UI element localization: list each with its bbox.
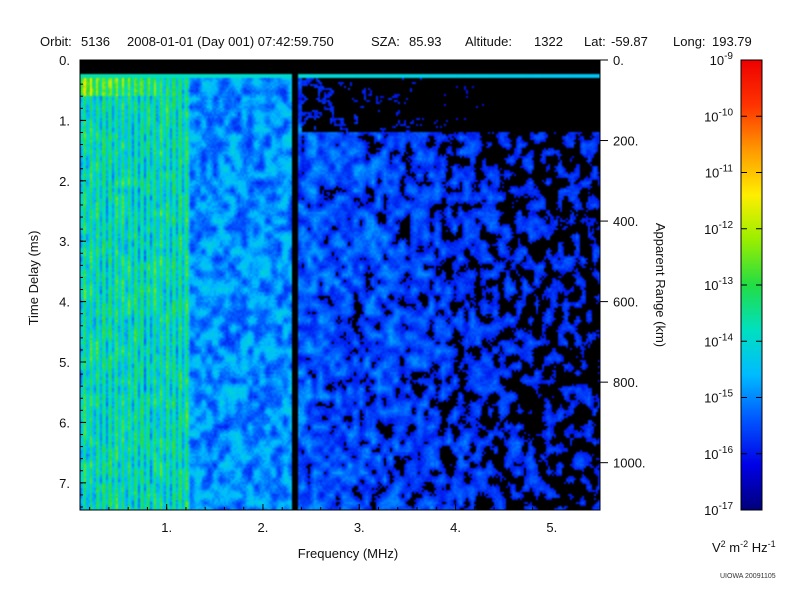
unit-hz-exp: -1 bbox=[768, 539, 776, 549]
lat-value: -59.87 bbox=[611, 34, 648, 49]
altitude-label: Altitude: bbox=[465, 34, 512, 49]
y-tick-label: 0. bbox=[59, 53, 70, 68]
lat-label: Lat: bbox=[584, 34, 606, 49]
x-tick-label: 3. bbox=[354, 520, 365, 535]
y-tick-label: 2. bbox=[59, 174, 70, 189]
colorbar-tick-label: 10-11 bbox=[705, 164, 734, 181]
credit-label: UIOWA 20091105 bbox=[720, 573, 776, 580]
y2-tick-label: 1000. bbox=[613, 456, 646, 471]
x-axis-label: Frequency (MHz) bbox=[298, 546, 398, 561]
orbit-label: Orbit: bbox=[40, 34, 72, 49]
heatmap-area bbox=[80, 60, 600, 510]
y2-tick-label: 800. bbox=[613, 375, 638, 390]
y-tick-label: 3. bbox=[59, 234, 70, 249]
colorbar-tick-label: 10-16 bbox=[704, 445, 733, 462]
altitude-value: 1322 bbox=[534, 34, 563, 49]
x-tick-label: 2. bbox=[258, 520, 269, 535]
y2-tick-label: 400. bbox=[613, 214, 638, 229]
y-tick-label: 6. bbox=[59, 415, 70, 430]
x-tick-label: 5. bbox=[546, 520, 557, 535]
y2-tick-label: 200. bbox=[613, 134, 638, 149]
y-tick-label: 7. bbox=[59, 476, 70, 491]
colorbar-tick-label: 10-17 bbox=[704, 501, 733, 518]
y-tick-label: 1. bbox=[59, 113, 70, 128]
unit-v: V bbox=[712, 540, 721, 555]
datetime-value: 2008-01-01 (Day 001) 07:42:59.750 bbox=[127, 34, 334, 49]
orbit-value: 5136 bbox=[81, 34, 110, 49]
apparent-range-axis-ticks: 0. 200. 400. 600. 800. 1000. bbox=[600, 53, 646, 471]
colorbar-tick-label: 10-10 bbox=[704, 107, 733, 124]
colorbar-tick-label: 10-12 bbox=[704, 220, 733, 237]
y2-tick-label: 600. bbox=[613, 295, 638, 310]
heatmap-image bbox=[80, 60, 600, 510]
unit-hz: Hz bbox=[748, 540, 768, 555]
colorbar-tick-label: 10-14 bbox=[704, 332, 733, 349]
colorbar-unit-label: V2 m-2 Hz-1 bbox=[712, 539, 776, 555]
y-tick-label: 4. bbox=[59, 295, 70, 310]
y2-axis-label: Apparent Range (km) bbox=[653, 223, 668, 347]
unit-m: m bbox=[726, 540, 740, 555]
colorbar-tick-label: 10-9 bbox=[710, 51, 734, 68]
unit-m-exp: -2 bbox=[740, 539, 748, 549]
x-tick-label: 4. bbox=[450, 520, 461, 535]
long-label: Long: bbox=[673, 34, 706, 49]
sza-value: 85.93 bbox=[409, 34, 442, 49]
colorbar-tick-label: 10-15 bbox=[704, 389, 733, 406]
x-tick-label: 1. bbox=[161, 520, 172, 535]
colorbar-tick-label: 10-13 bbox=[704, 276, 733, 293]
y-tick-label: 5. bbox=[59, 355, 70, 370]
ionogram-figure: Orbit: 5136 2008-01-01 (Day 001) 07:42:5… bbox=[26, 34, 776, 580]
y-axis-label: Time Delay (ms) bbox=[26, 231, 41, 326]
long-value: 193.79 bbox=[712, 34, 752, 49]
y2-tick-label: 0. bbox=[613, 53, 624, 68]
sza-label: SZA: bbox=[371, 34, 400, 49]
